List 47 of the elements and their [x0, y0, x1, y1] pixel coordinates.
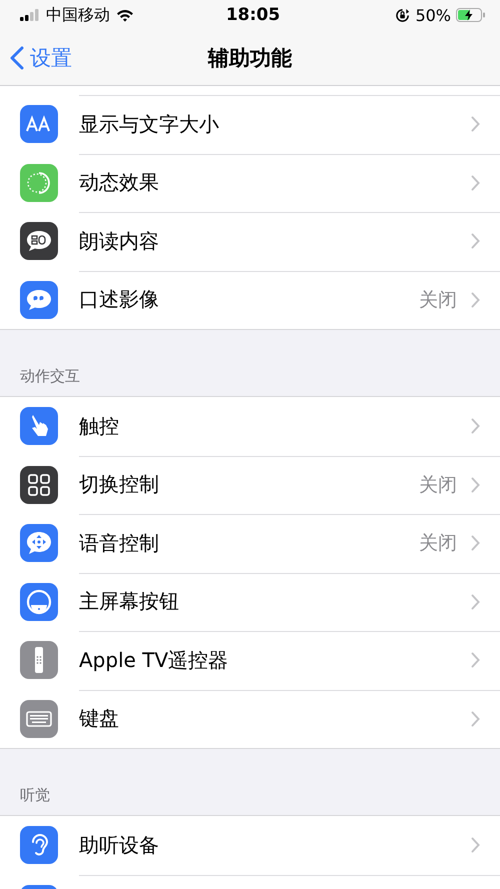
battery-charging-icon	[456, 8, 486, 22]
back-chevron-icon	[10, 46, 24, 70]
chevron-icon	[471, 535, 480, 552]
battery-percent: 50%	[415, 6, 451, 24]
speech-bubble-icon	[20, 222, 58, 260]
circles-icon	[20, 164, 58, 202]
section-header: 动作交互	[20, 367, 80, 386]
home-button-icon	[20, 582, 58, 621]
quote-bubble-icon	[20, 280, 58, 319]
chevron-icon	[471, 174, 480, 191]
setting-value: 关闭	[419, 531, 457, 556]
keyboard-icon	[20, 700, 58, 738]
chevron-icon	[471, 233, 480, 250]
setting-label[interactable]: 语音控制	[79, 530, 419, 557]
setting-label[interactable]: 触控	[79, 412, 471, 440]
text-size-icon	[20, 105, 58, 144]
chevron-icon	[471, 594, 480, 610]
carrier-name: 中国移动	[46, 4, 110, 26]
setting-label[interactable]: 主屏幕按钮	[79, 588, 471, 616]
chevron-icon	[471, 837, 480, 854]
chevron-icon	[471, 652, 480, 668]
clock-time: 18:05	[226, 5, 280, 25]
chevron-icon	[471, 710, 480, 727]
grid-icon	[20, 466, 58, 504]
ear-icon	[20, 826, 58, 864]
section-header: 听觉	[20, 786, 50, 805]
wifi-icon	[116, 8, 134, 22]
setting-value: 关闭	[419, 288, 457, 313]
setting-label[interactable]: 口述影像	[79, 286, 419, 314]
hand-pointer-icon	[20, 407, 58, 446]
setting-label[interactable]: Apple TV遥控器	[79, 646, 471, 674]
back-button[interactable]: 设置	[0, 38, 72, 78]
page-title: 辅助功能	[208, 44, 292, 72]
setting-label[interactable]: 动态效果	[79, 169, 471, 196]
setting-label[interactable]: 键盘	[79, 705, 471, 732]
chevron-icon	[471, 418, 480, 434]
remote-icon	[20, 641, 58, 680]
setting-label[interactable]: 切换控制	[79, 471, 419, 498]
chevron-icon	[471, 116, 480, 132]
signal-icon	[20, 9, 40, 21]
setting-label[interactable]: 显示与文字大小	[79, 110, 471, 138]
chevron-icon	[471, 292, 480, 308]
speech-bubble-icon	[20, 524, 58, 562]
orientation-lock-icon	[395, 8, 410, 22]
setting-value: 关闭	[419, 472, 457, 498]
chevron-icon	[471, 476, 480, 493]
setting-label[interactable]: 朗读内容	[79, 228, 471, 255]
